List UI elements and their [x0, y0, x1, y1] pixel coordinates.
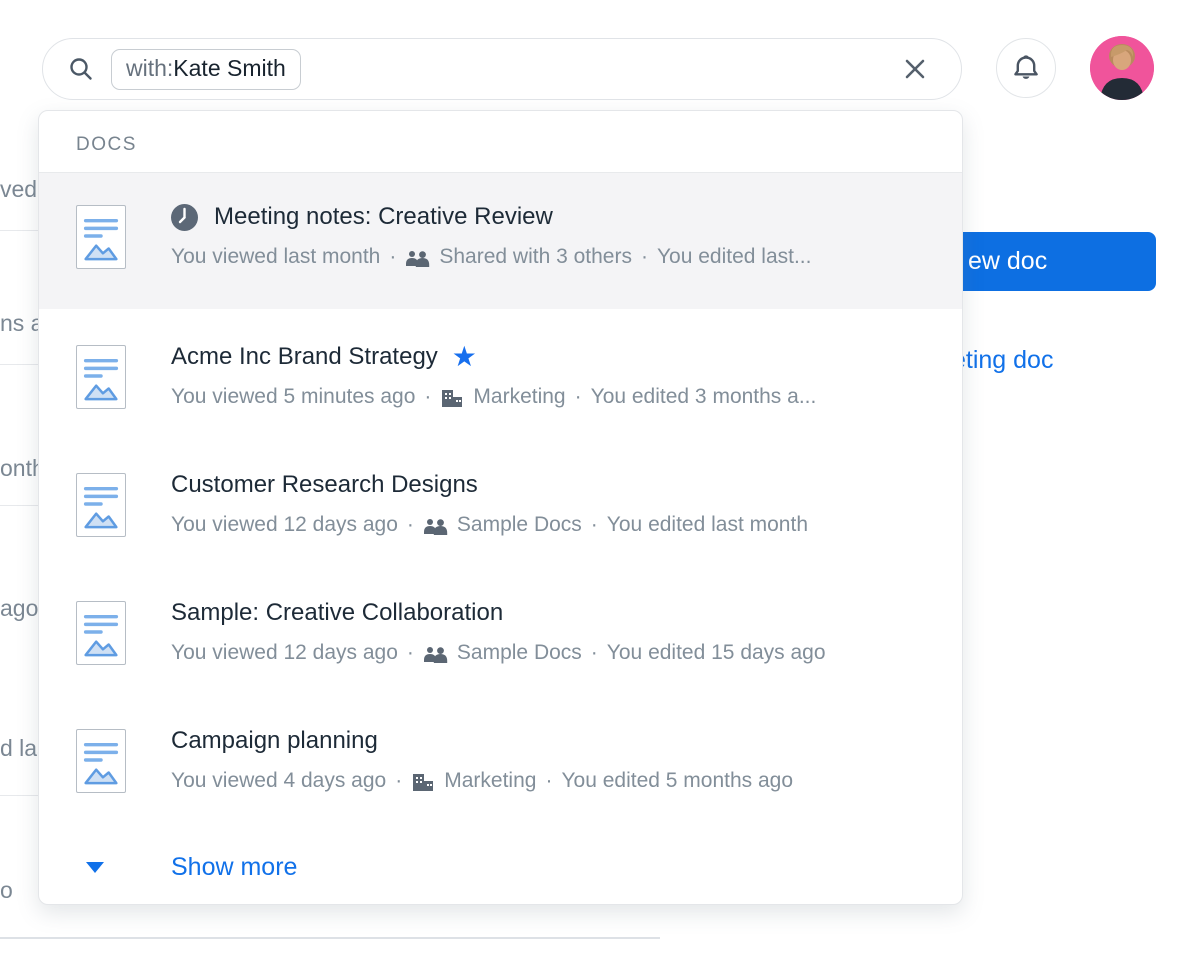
meta-separator: · — [545, 769, 552, 793]
bg-row-divider — [0, 505, 38, 506]
star-icon: ★ — [452, 343, 477, 371]
group-text: Sample Docs — [457, 641, 582, 665]
doc-icon — [76, 473, 126, 537]
meta-separator: · — [641, 245, 648, 269]
doc-result-row[interactable]: Campaign planning ★ You viewed 4 days ag… — [39, 693, 962, 821]
doc-title: Acme Inc Brand Strategy — [171, 343, 438, 371]
doc-title: Customer Research Designs — [171, 471, 478, 499]
group-text: Sample Docs — [457, 513, 582, 537]
clear-search-button[interactable] — [899, 53, 931, 85]
meta-separator: · — [575, 385, 582, 409]
meta-separator: · — [407, 641, 414, 665]
bell-icon — [1010, 52, 1042, 84]
meeting-doc-link[interactable]: eting doc — [952, 346, 1053, 375]
token-prefix: with: — [126, 55, 173, 82]
bg-text-fragment: ago — [0, 595, 38, 622]
clock-icon — [171, 204, 198, 231]
doc-title: Meeting notes: Creative Review — [214, 203, 553, 231]
meta-separator: · — [407, 513, 414, 537]
bg-row-divider — [0, 364, 38, 365]
viewed-text: You viewed 5 minutes ago — [171, 385, 415, 409]
doc-meta: You viewed 5 minutes ago · — [171, 385, 816, 409]
bg-text-fragment: ns ag — [0, 310, 38, 337]
token-value: Kate Smith — [173, 55, 286, 82]
doc-meta: You viewed 12 days ago · S — [171, 513, 808, 537]
doc-result-row[interactable]: Meeting notes: Creative Review ★ You vie… — [39, 173, 962, 309]
avatar-person-illustration — [1090, 36, 1154, 100]
doc-title: Sample: Creative Collaboration — [171, 599, 503, 627]
bg-row-divider — [0, 230, 38, 231]
meta-separator: · — [424, 385, 431, 409]
doc-icon — [76, 601, 126, 665]
doc-icon — [76, 205, 126, 269]
search-bar[interactable]: with:Kate Smith — [42, 38, 962, 100]
meta-separator: · — [395, 769, 402, 793]
search-icon — [67, 55, 95, 83]
building-icon — [440, 389, 464, 407]
meta-separator: · — [591, 641, 598, 665]
doc-result-row[interactable]: Customer Research Designs ★ You viewed 1… — [39, 437, 962, 565]
notifications-button[interactable] — [996, 38, 1056, 98]
edited-text: You edited last month — [607, 513, 808, 537]
bg-text-fragment: o — [0, 877, 38, 904]
doc-icon — [76, 729, 126, 793]
viewed-text: You viewed 12 days ago — [171, 513, 398, 537]
show-more-button[interactable]: Show more — [39, 821, 962, 882]
doc-result-row[interactable]: Sample: Creative Collaboration ★ You vie… — [39, 565, 962, 693]
docs-section-label: DOCS — [76, 134, 137, 156]
people-icon — [423, 518, 448, 535]
bg-text-fragment: onth — [0, 455, 38, 482]
search-filter-token[interactable]: with:Kate Smith — [111, 49, 301, 90]
bg-text-fragment: d las — [0, 735, 38, 762]
group-text: Shared with 3 others — [439, 245, 632, 269]
show-more-label: Show more — [171, 853, 297, 882]
building-icon — [411, 773, 435, 791]
doc-icon — [76, 345, 126, 409]
doc-meta: You viewed 4 days ago · Ma — [171, 769, 793, 793]
doc-meta: You viewed 12 days ago · S — [171, 641, 826, 665]
doc-result-row[interactable]: Acme Inc Brand Strategy ★ You viewed 5 m… — [39, 309, 962, 437]
chevron-down-icon — [76, 862, 126, 873]
viewed-text: You viewed last month — [171, 245, 380, 269]
group-text: Marketing — [473, 385, 565, 409]
close-icon — [903, 57, 927, 81]
doc-meta: You viewed last month · Sh — [171, 245, 811, 269]
bg-text-fragment: ved — [0, 176, 38, 203]
meta-separator: · — [389, 245, 396, 269]
new-doc-button[interactable]: ew doc — [946, 232, 1156, 291]
meta-separator: · — [591, 513, 598, 537]
edited-text: You edited 15 days ago — [607, 641, 826, 665]
group-text: Marketing — [444, 769, 536, 793]
avatar[interactable] — [1090, 36, 1154, 100]
search-results-dropdown: DOCS Meeting notes: Creative — [38, 110, 963, 905]
people-icon — [423, 646, 448, 663]
people-icon — [405, 250, 430, 267]
docs-section-header: DOCS — [39, 111, 962, 173]
viewed-text: You viewed 12 days ago — [171, 641, 398, 665]
edited-text: You edited 5 months ago — [561, 769, 793, 793]
doc-title: Campaign planning — [171, 727, 378, 755]
viewed-text: You viewed 4 days ago — [171, 769, 386, 793]
bg-bottom-divider — [0, 937, 660, 939]
bg-row-divider — [0, 795, 38, 796]
edited-text: You edited last... — [657, 245, 812, 269]
edited-text: You edited 3 months a... — [591, 385, 817, 409]
